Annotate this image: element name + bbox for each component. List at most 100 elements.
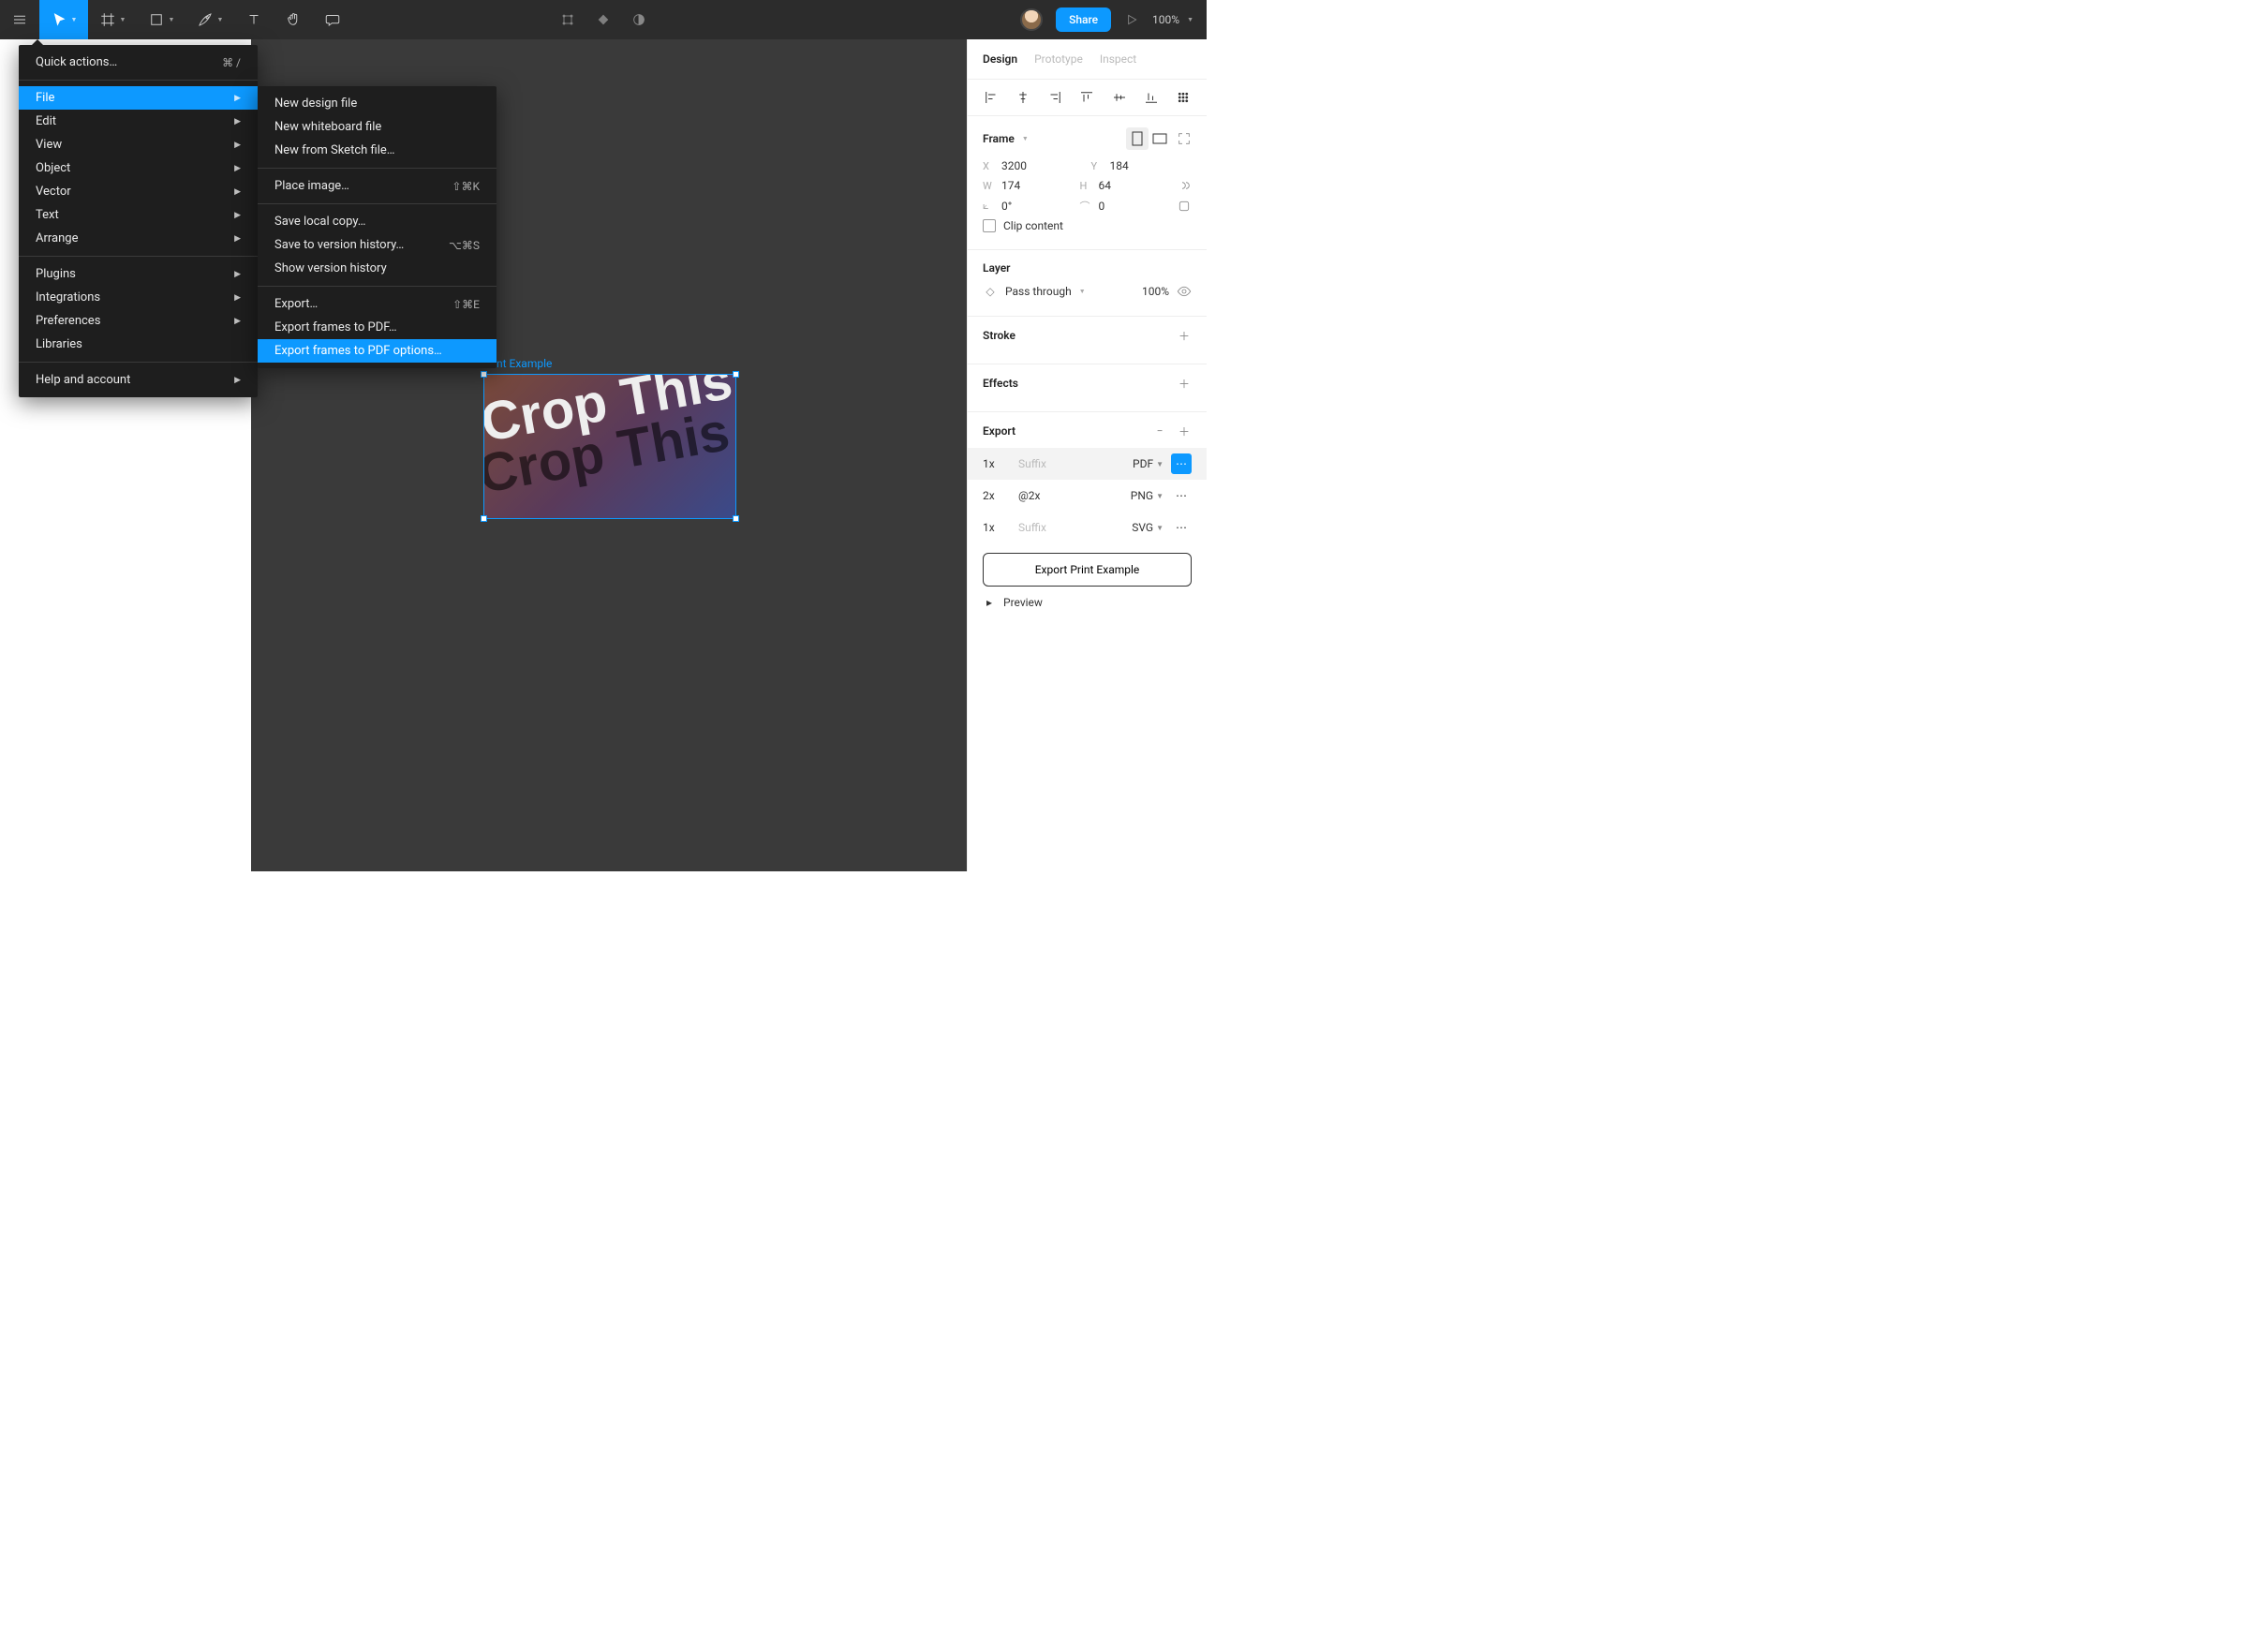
export-suffix[interactable]: Suffix: [1018, 521, 1124, 534]
export-suffix[interactable]: @2x: [1018, 489, 1123, 502]
component-icon[interactable]: [596, 12, 611, 27]
export-scale[interactable]: 2x: [983, 489, 1011, 502]
preview-row[interactable]: ▸ Preview: [983, 587, 1192, 609]
resize-handle-se[interactable]: [733, 515, 739, 522]
pen-tool[interactable]: ▼: [185, 0, 234, 39]
menu-edit[interactable]: Edit▶: [19, 110, 258, 133]
clip-content-checkbox[interactable]: [983, 219, 996, 232]
opacity-value[interactable]: 100%: [1142, 285, 1169, 298]
add-effect-icon[interactable]: ＋: [1177, 376, 1192, 391]
clip-content-label: Clip content: [1003, 219, 1063, 232]
distribute-icon[interactable]: [1175, 89, 1192, 106]
menu-help[interactable]: Help and account▶: [19, 368, 258, 392]
menu-new-design[interactable]: New design file: [258, 92, 497, 115]
menu-object[interactable]: Object▶: [19, 156, 258, 180]
avatar[interactable]: [1020, 8, 1043, 31]
orientation-portrait[interactable]: [1126, 127, 1149, 150]
export-setting-row[interactable]: 1x Suffix PDF ▼ ⋯: [968, 448, 1207, 480]
align-vcenter-icon[interactable]: [1111, 89, 1128, 106]
menu-libraries[interactable]: Libraries: [19, 333, 258, 356]
chevron-right-icon: ▶: [234, 317, 241, 326]
menu-arrange[interactable]: Arrange▶: [19, 227, 258, 250]
menu-save-local[interactable]: Save local copy…: [258, 210, 497, 233]
align-bottom-icon[interactable]: [1143, 89, 1160, 106]
export-format[interactable]: PDF ▼: [1133, 457, 1164, 470]
menu-text[interactable]: Text▶: [19, 203, 258, 227]
align-left-icon[interactable]: [983, 89, 1000, 106]
crop-icon[interactable]: [560, 12, 575, 27]
y-value[interactable]: 184: [1110, 159, 1129, 172]
cursor-icon: [51, 11, 67, 28]
chevron-right-icon: ▶: [234, 293, 241, 303]
text-tool[interactable]: [234, 0, 274, 39]
export-suffix[interactable]: Suffix: [1018, 457, 1125, 470]
shape-tool[interactable]: ▼: [137, 0, 185, 39]
main-menu: Quick actions…⌘ / File▶ Edit▶ View▶ Obje…: [19, 45, 258, 397]
comment-tool[interactable]: [313, 0, 352, 39]
constrain-icon[interactable]: [1177, 178, 1192, 193]
export-button[interactable]: Export Print Example: [983, 553, 1192, 587]
export-scale[interactable]: 1x: [983, 457, 1011, 470]
present-icon[interactable]: [1124, 12, 1139, 27]
menu-place-image[interactable]: Place image…⇧⌘K: [258, 174, 497, 198]
add-stroke-icon[interactable]: ＋: [1177, 328, 1192, 343]
mask-icon[interactable]: [631, 12, 646, 27]
add-export-icon[interactable]: ＋: [1177, 423, 1192, 438]
main-menu-button[interactable]: [0, 0, 39, 39]
resize-handle-sw[interactable]: [481, 515, 487, 522]
corner-value[interactable]: 0: [1099, 200, 1105, 213]
chevron-right-icon: ▶: [234, 270, 241, 279]
menu-new-from-sketch[interactable]: New from Sketch file…: [258, 139, 497, 162]
align-right-icon[interactable]: [1046, 89, 1063, 106]
align-top-icon[interactable]: [1078, 89, 1095, 106]
frame-label[interactable]: nt Example: [497, 357, 552, 370]
menu-export-frames-pdf-options[interactable]: Export frames to PDF options…: [258, 339, 497, 363]
remove-export-icon[interactable]: −: [1152, 423, 1167, 438]
menu-save-version[interactable]: Save to version history…⌥⌘S: [258, 233, 497, 257]
hand-tool[interactable]: [274, 0, 313, 39]
independent-corners-icon[interactable]: [1177, 199, 1192, 214]
menu-plugins[interactable]: Plugins▶: [19, 262, 258, 286]
tab-design[interactable]: Design: [983, 52, 1017, 66]
menu-export-frames-pdf[interactable]: Export frames to PDF…: [258, 316, 497, 339]
menu-preferences[interactable]: Preferences▶: [19, 309, 258, 333]
export-setting-row[interactable]: 1x Suffix SVG ▼ ⋯: [983, 512, 1192, 543]
orientation-landscape[interactable]: [1149, 127, 1171, 150]
eye-icon[interactable]: [1177, 284, 1192, 299]
effects-section-title: Effects: [983, 377, 1018, 390]
export-format[interactable]: PNG ▼: [1131, 489, 1164, 502]
menu-new-whiteboard[interactable]: New whiteboard file: [258, 115, 497, 139]
export-more-icon[interactable]: ⋯: [1171, 453, 1192, 474]
resize-handle-nw[interactable]: [481, 371, 487, 378]
frame-tool[interactable]: ▼: [88, 0, 137, 39]
x-value[interactable]: 3200: [1001, 159, 1027, 172]
zoom-control[interactable]: 100% ▼: [1152, 13, 1193, 26]
tab-prototype[interactable]: Prototype: [1034, 52, 1083, 66]
align-hcenter-icon[interactable]: [1015, 89, 1031, 106]
selected-frame[interactable]: Crop This Crop This: [483, 374, 736, 519]
menu-export[interactable]: Export…⇧⌘E: [258, 292, 497, 316]
menu-quick-actions[interactable]: Quick actions…⌘ /: [19, 51, 258, 74]
export-more-icon[interactable]: ⋯: [1171, 485, 1192, 506]
h-value[interactable]: 64: [1099, 179, 1112, 192]
fit-icon[interactable]: [1177, 131, 1192, 146]
menu-file[interactable]: File▶: [19, 86, 258, 110]
menu-view[interactable]: View▶: [19, 133, 258, 156]
tab-inspect[interactable]: Inspect: [1100, 52, 1136, 66]
export-scale[interactable]: 1x: [983, 521, 1011, 534]
menu-integrations[interactable]: Integrations▶: [19, 286, 258, 309]
w-value[interactable]: 174: [1001, 179, 1020, 192]
menu-show-version[interactable]: Show version history: [258, 257, 497, 280]
menu-vector[interactable]: Vector▶: [19, 180, 258, 203]
resize-handle-ne[interactable]: [733, 371, 739, 378]
export-format[interactable]: SVG ▼: [1132, 521, 1164, 534]
blend-mode[interactable]: Pass through: [1005, 285, 1072, 298]
x-label: X: [983, 160, 996, 172]
frame-section-title[interactable]: Frame: [983, 132, 1015, 145]
export-more-icon[interactable]: ⋯: [1171, 517, 1192, 538]
share-button[interactable]: Share: [1056, 7, 1111, 32]
move-tool[interactable]: ▼: [39, 0, 88, 39]
zoom-value: 100%: [1152, 13, 1179, 26]
export-setting-row[interactable]: 2x @2x PNG ▼ ⋯: [983, 480, 1192, 512]
rotation-value[interactable]: 0°: [1001, 200, 1012, 213]
